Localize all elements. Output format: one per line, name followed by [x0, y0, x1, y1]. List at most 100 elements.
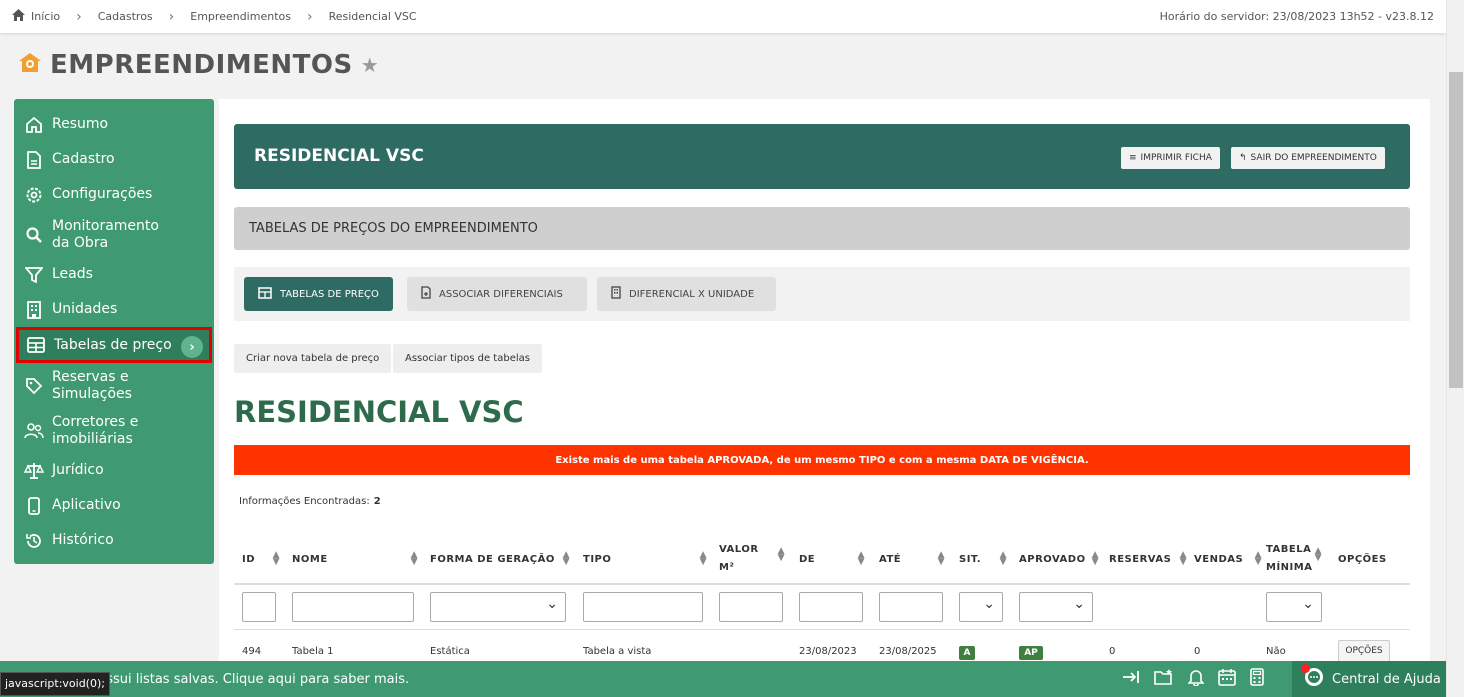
- sort-icon[interactable]: ▲ ▼: [778, 547, 785, 563]
- star-icon[interactable]: ★: [361, 53, 379, 77]
- column-header-label: VALOR: [719, 544, 759, 555]
- home-icon: [24, 116, 44, 134]
- breadcrumb-item-empreendimentos[interactable]: Empreendimentos: [190, 10, 291, 23]
- column-header-valor-m2[interactable]: VALOR M² ▲ ▼: [719, 535, 789, 583]
- tab-associar-diferenciais[interactable]: ASSOCIAR DIFERENCIAIS: [407, 277, 587, 311]
- column-header-vendas[interactable]: VENDAS ▲ ▼: [1194, 535, 1262, 583]
- sidebar-item-cadastro[interactable]: Cadastro: [14, 142, 214, 177]
- collapse-right-icon[interactable]: [1122, 669, 1140, 689]
- filter-sit-select[interactable]: [959, 592, 1003, 622]
- tab-diferencial-x-unidade[interactable]: DIFERENCIAL X UNIDADE: [597, 277, 776, 311]
- column-header-de[interactable]: DE ▲ ▼: [799, 535, 869, 583]
- column-header-id[interactable]: ID ▲ ▼: [242, 535, 284, 583]
- sidebar-item-monitoramento[interactable]: Monitoramento da Obra: [14, 212, 214, 257]
- column-header-ate[interactable]: ATÉ ▲ ▼: [879, 535, 949, 583]
- column-header-nome[interactable]: NOME ▲ ▼: [292, 535, 422, 583]
- cell-ate: 23/08/2025: [879, 646, 937, 657]
- filter-minima-select[interactable]: [1266, 592, 1322, 622]
- exit-project-button[interactable]: ↰ SAIR DO EMPREENDIMENTO: [1231, 147, 1385, 169]
- sidebar-item-aplicativo[interactable]: Aplicativo: [14, 488, 214, 523]
- sort-icon[interactable]: ▲ ▼: [273, 551, 280, 567]
- sort-icon[interactable]: ▲ ▼: [938, 551, 945, 567]
- cell-reservas: 0: [1109, 646, 1116, 657]
- sort-icon[interactable]: ▲ ▼: [1092, 551, 1099, 567]
- breadcrumb-item-cadastros[interactable]: Cadastros: [98, 10, 153, 23]
- records-found-label: Informações Encontradas:: [239, 496, 370, 507]
- scrollbar-thumb[interactable]: [1449, 72, 1463, 388]
- calculator-icon[interactable]: [1250, 668, 1264, 690]
- home-icon[interactable]: [12, 9, 25, 24]
- sidebar-item-label: Corretores e imobiliárias: [52, 413, 139, 447]
- column-header-forma[interactable]: FORMA DE GERAÇÃO ▲ ▼: [430, 535, 574, 583]
- sort-icon[interactable]: ▲ ▼: [411, 551, 418, 567]
- associate-table-types-button[interactable]: Associar tipos de tabelas: [393, 344, 542, 373]
- sidebar-item-reservas[interactable]: Reservas e Simulações: [14, 363, 214, 408]
- options-button[interactable]: OPÇÕES: [1338, 640, 1390, 662]
- sidebar-item-label: Monitoramento da Obra: [52, 217, 159, 251]
- breadcrumb: Início › Cadastros › Empreendimentos › R…: [12, 9, 417, 25]
- sort-icon[interactable]: ▲ ▼: [1180, 551, 1187, 567]
- project-title: RESIDENCIAL VSC: [254, 146, 424, 166]
- search-icon: [24, 226, 44, 244]
- scrollbar[interactable]: [1446, 0, 1464, 697]
- tab-label: TABELAS DE PREÇO: [280, 288, 379, 300]
- bottom-bar: possui listas salvas. Clique aqui para s…: [0, 661, 1446, 697]
- sort-icon[interactable]: ▲ ▼: [1315, 547, 1322, 563]
- help-center-button[interactable]: Central de Ajuda: [1292, 661, 1446, 697]
- breadcrumb-item-current: Residencial VSC: [328, 10, 417, 23]
- sidebar-item-label: Tabelas de preço: [54, 336, 172, 353]
- column-header-aprovado[interactable]: APROVADO ▲ ▼: [1019, 535, 1099, 583]
- sidebar-item-historico[interactable]: Histórico: [14, 523, 214, 558]
- column-header-tipo[interactable]: TIPO ▲ ▼: [583, 535, 711, 583]
- filter-id-input[interactable]: [242, 592, 276, 622]
- sort-icon[interactable]: ▲ ▼: [858, 551, 865, 567]
- sidebar-item-unidades[interactable]: Unidades: [14, 292, 214, 327]
- favorite-folder-icon[interactable]: [1154, 668, 1174, 690]
- column-header-label: ATÉ: [879, 553, 902, 565]
- sidebar-item-tabelas-de-preco[interactable]: Tabelas de preço ›: [16, 327, 212, 363]
- cell-forma: Estática: [430, 646, 470, 657]
- sort-icon[interactable]: ▲ ▼: [1255, 551, 1262, 567]
- print-button[interactable]: ≡ IMPRIMIR FICHA: [1121, 147, 1220, 169]
- sort-icon[interactable]: ▲ ▼: [700, 551, 707, 567]
- document-icon: [24, 150, 44, 169]
- sidebar-item-juridico[interactable]: Jurídico: [14, 453, 214, 488]
- tab-tabelas-de-preco[interactable]: TABELAS DE PREÇO: [244, 277, 393, 311]
- project-header: RESIDENCIAL VSC ≡ IMPRIMIR FICHA ↰ SAIR …: [234, 124, 1410, 189]
- cell-vendas: 0: [1194, 646, 1201, 657]
- column-header-tabela-minima[interactable]: TABELA MÍNIMA ▲ ▼: [1266, 535, 1322, 583]
- filter-aprovado-select[interactable]: [1019, 592, 1093, 622]
- column-header-sit[interactable]: SIT. ▲ ▼: [959, 535, 1011, 583]
- list-icon: ≡: [1129, 153, 1137, 163]
- column-header-label: MÍNIMA: [1266, 562, 1313, 573]
- header-divider: [234, 583, 1410, 585]
- filter-valor-input[interactable]: [719, 592, 783, 622]
- sidebar-item-leads[interactable]: Leads: [14, 257, 214, 292]
- column-header-label: OPÇÕES: [1338, 553, 1387, 565]
- sidebar-item-label: Leads: [52, 266, 93, 282]
- filter-nome-input[interactable]: [292, 592, 414, 622]
- status-url-tooltip: javascript:void(0);: [0, 672, 110, 696]
- filter-ate-input[interactable]: [879, 592, 943, 622]
- scale-icon: [24, 462, 44, 480]
- chevron-right-icon: ›: [306, 8, 313, 25]
- filter-de-input[interactable]: [799, 592, 863, 622]
- chevron-right-icon[interactable]: ›: [181, 336, 203, 358]
- reply-icon: ↰: [1239, 153, 1247, 163]
- sidebar-item-label: Reservas e Simulações: [52, 368, 132, 402]
- sort-icon[interactable]: ▲ ▼: [1000, 551, 1007, 567]
- calendar-icon[interactable]: [1218, 668, 1236, 690]
- column-header-reservas[interactable]: RESERVAS ▲ ▼: [1109, 535, 1187, 583]
- sidebar-item-corretores[interactable]: Corretores e imobiliárias: [14, 408, 214, 453]
- filter-tipo-input[interactable]: [583, 592, 703, 622]
- create-price-table-button[interactable]: Criar nova tabela de preço: [234, 344, 392, 373]
- sort-icon[interactable]: ▲ ▼: [563, 551, 570, 567]
- print-button-label: IMPRIMIR FICHA: [1140, 153, 1212, 163]
- tab-label: DIFERENCIAL X UNIDADE: [629, 288, 755, 300]
- filter-forma-select[interactable]: [430, 592, 566, 622]
- breadcrumb-item-inicio[interactable]: Início: [31, 10, 60, 23]
- bell-icon[interactable]: [1187, 668, 1205, 690]
- sidebar-item-resumo[interactable]: Resumo: [14, 107, 214, 142]
- sidebar-item-configuracoes[interactable]: Configurações: [14, 177, 214, 212]
- phone-icon: [24, 496, 44, 515]
